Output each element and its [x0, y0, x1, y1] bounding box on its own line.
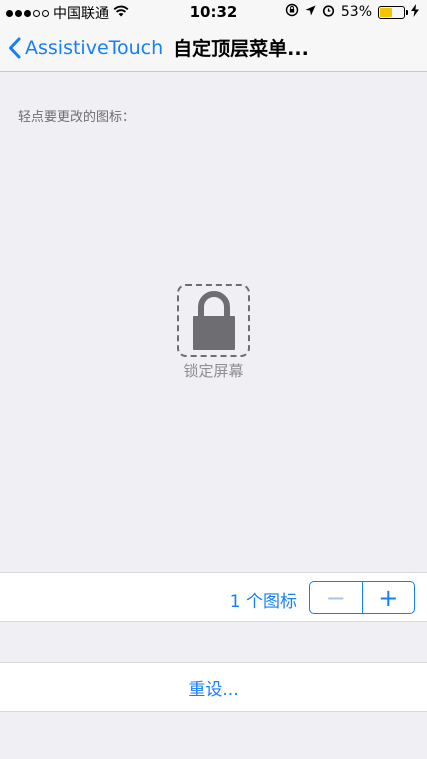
lock-icon: [192, 290, 235, 350]
location-arrow-icon: [305, 4, 316, 20]
increment-button[interactable]: +: [363, 582, 415, 613]
menu-icon-label: 锁定屏幕: [183, 362, 244, 380]
icon-count-stepper[interactable]: − +: [309, 581, 415, 614]
back-button[interactable]: AssistiveTouch: [0, 37, 163, 59]
status-right: 53%: [285, 3, 419, 21]
charging-bolt-icon: [411, 3, 419, 21]
status-bar: 中国联通 10:32 53%: [0, 0, 427, 24]
back-button-label: AssistiveTouch: [25, 36, 164, 59]
menu-icon-slot[interactable]: [177, 284, 250, 357]
icon-count-text: 1 个图标: [229, 592, 297, 612]
icon-count-row: 1 个图标 − +: [0, 572, 427, 622]
rotation-lock-icon: [285, 3, 299, 21]
navigation-bar: AssistiveTouch 自定顶层菜单...: [0, 24, 427, 72]
battery-icon: [378, 5, 408, 19]
chevron-left-icon: [9, 37, 21, 58]
reset-button[interactable]: 重设...: [0, 662, 427, 712]
instruction-text: 轻点要更改的图标：: [18, 110, 136, 125]
alarm-icon: [322, 4, 335, 21]
battery-percent: 53%: [340, 4, 372, 20]
decrement-button[interactable]: −: [310, 582, 363, 613]
page-title: 自定顶层菜单...: [173, 38, 309, 60]
